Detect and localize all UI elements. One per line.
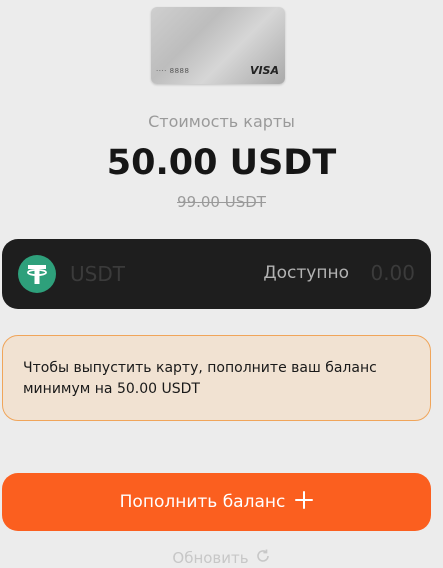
card-brand-logo: VISA [249, 64, 279, 77]
refill-balance-button[interactable]: Пополнить баланс [2, 473, 431, 531]
card-cost-label: Стоимость карты [148, 112, 295, 131]
available-label: Доступно [263, 263, 349, 283]
tether-icon [18, 255, 56, 293]
refresh-icon [255, 548, 271, 568]
refill-label: Пополнить баланс [119, 492, 286, 512]
card-image: ···· 8888 VISA [151, 7, 285, 84]
token-name: USDT [70, 262, 125, 286]
available-value: 0.00 [370, 261, 415, 285]
card-masked-number: ···· 8888 [156, 67, 190, 75]
min-balance-notice: Чтобы выпустить карту, пополните ваш бал… [2, 335, 431, 421]
notice-text: Чтобы выпустить карту, пополните ваш бал… [23, 360, 377, 397]
plus-icon [295, 490, 314, 514]
card-old-price: 99.00 USDT [177, 193, 266, 211]
balance-row: USDT Доступно 0.00 [2, 239, 431, 309]
card-price: 50.00 USDT [106, 143, 337, 183]
refresh-button[interactable]: Обновить [0, 548, 443, 568]
refresh-label: Обновить [172, 549, 249, 567]
